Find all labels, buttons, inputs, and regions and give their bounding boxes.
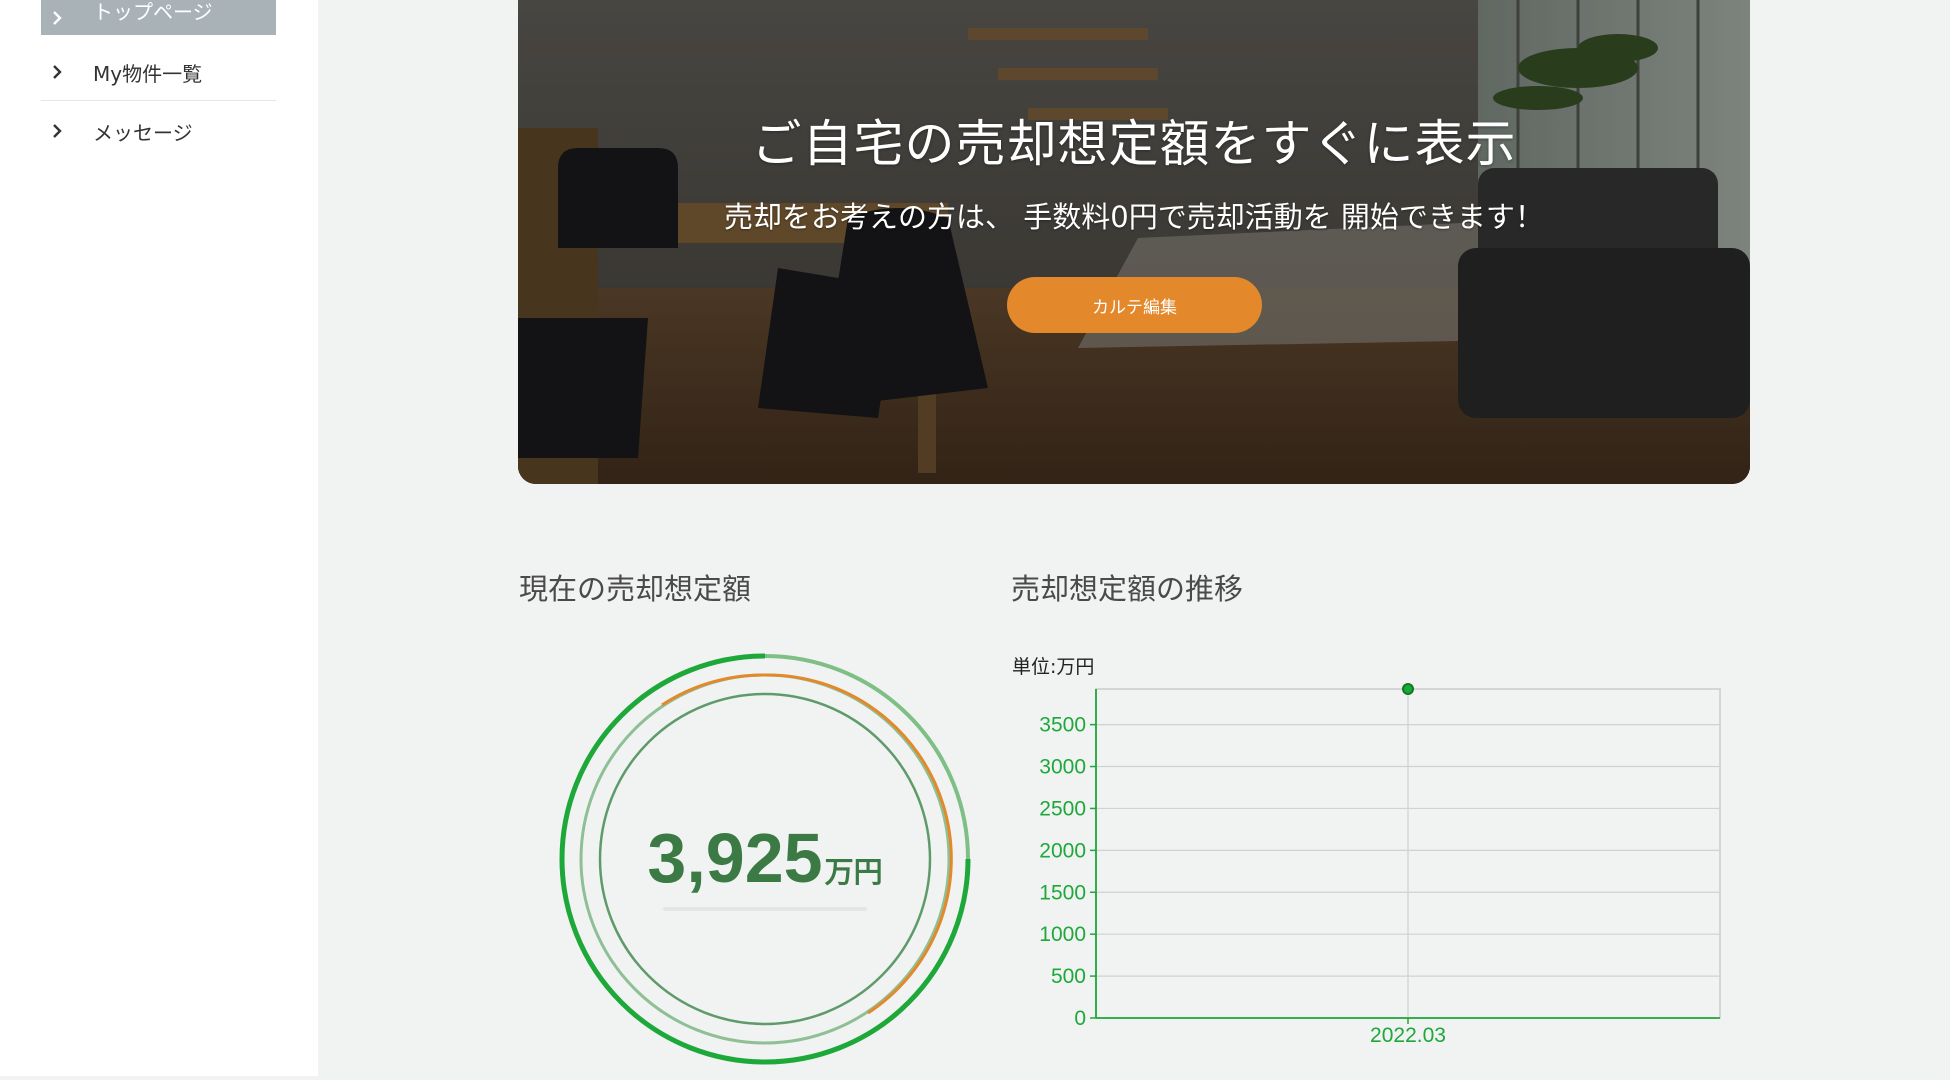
- estimate-value: 3,925万円: [555, 818, 975, 898]
- hero-subtitle: 売却をお考えの方は、 手数料0円で売却活動を 開始できます！: [724, 200, 1544, 234]
- y-tick-label: 2000: [1039, 839, 1086, 862]
- chevron-right-icon: [41, 10, 83, 25]
- y-tick-label: 1500: [1039, 881, 1086, 904]
- chevron-right-icon: [41, 65, 83, 79]
- estimate-gauge: 3,925万円: [555, 648, 975, 1076]
- sidebar: トップページ My物件一覧 メッセージ: [0, 0, 318, 1076]
- y-tick-label: 500: [1051, 965, 1086, 988]
- sidebar-item-my-properties[interactable]: My物件一覧: [41, 44, 276, 101]
- sidebar-item-label: My物件一覧: [93, 61, 203, 86]
- hero-banner: ご自宅の売却想定額をすぐに表示 売却をお考えの方は、 手数料0円で売却活動を 開…: [518, 0, 1750, 484]
- current-estimate-title: 現在の売却想定額: [519, 572, 752, 606]
- y-tick-label: 0: [1074, 1007, 1086, 1030]
- sidebar-item-top-page[interactable]: トップページ: [41, 0, 276, 35]
- edit-karte-button[interactable]: カルテ編集: [1007, 277, 1262, 333]
- estimate-unit: 万円: [824, 855, 883, 889]
- y-tick-label: 1000: [1039, 923, 1086, 946]
- x-tick-label: 2022.03: [1370, 1024, 1446, 1047]
- y-tick-label: 3000: [1039, 756, 1086, 779]
- chevron-right-icon: [41, 124, 83, 138]
- estimate-number: 3,925: [647, 819, 823, 897]
- sidebar-item-label: メッセージ: [93, 120, 193, 145]
- hero-title: ご自宅の売却想定額をすぐに表示: [751, 115, 1517, 173]
- sidebar-item-messages[interactable]: メッセージ: [41, 101, 276, 161]
- trend-line-chart: 0 500 1000 1500 2000 2500 3000 3500 2022.03: [1039, 683, 1721, 1047]
- gauge-underline: [663, 907, 867, 911]
- y-tick-label: 3500: [1039, 714, 1086, 737]
- sidebar-item-label: トップページ: [93, 0, 213, 24]
- trend-title: 売却想定額の推移: [1011, 572, 1244, 606]
- y-tick-label: 2500: [1039, 797, 1086, 820]
- data-point: [1402, 683, 1414, 695]
- living-room-photo: [518, 0, 1750, 484]
